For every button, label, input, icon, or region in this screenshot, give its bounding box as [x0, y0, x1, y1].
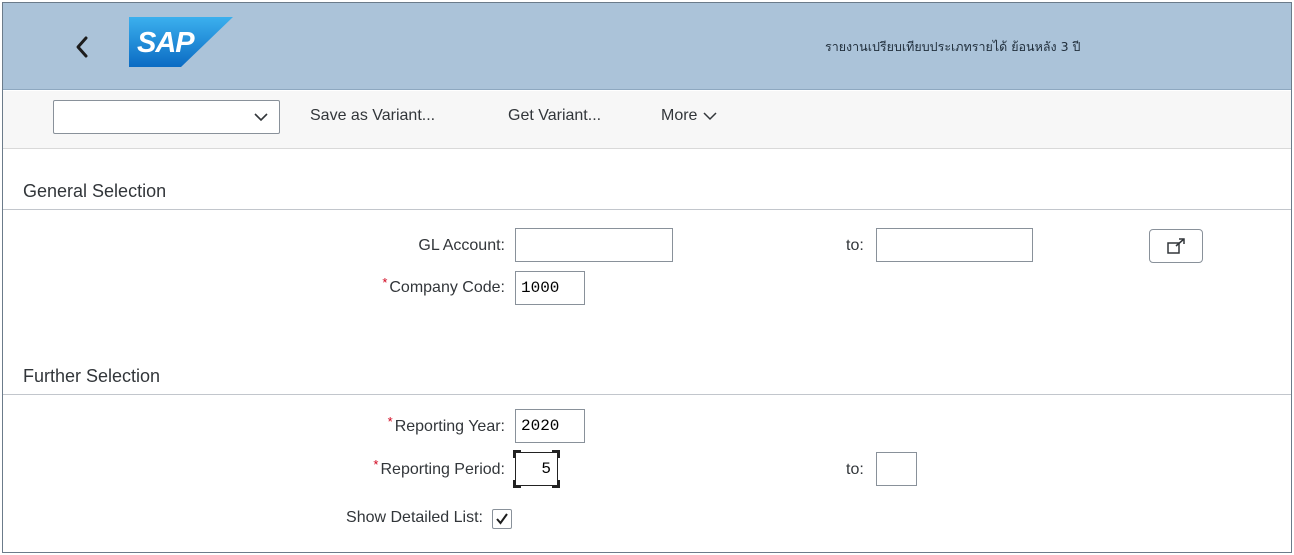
chevron-left-icon	[76, 36, 88, 58]
reporting-year-label: * Reporting Year:	[388, 414, 505, 436]
sap-logo-text: SAP	[137, 27, 195, 59]
selection-screen: General Selection GL Account: to: * Compa…	[3, 150, 1291, 552]
multiple-selection-button[interactable]	[1149, 229, 1203, 263]
chevron-down-icon	[254, 113, 268, 122]
show-detailed-list-label: Show Detailed List:	[346, 509, 483, 526]
reporting-period-input[interactable]: 5	[513, 450, 560, 488]
more-button-label: More	[661, 107, 698, 124]
required-marker: *	[387, 414, 393, 429]
required-marker: *	[373, 457, 379, 472]
gl-account-to-label: to:	[846, 237, 864, 254]
reporting-year-input[interactable]: 2020	[515, 409, 585, 443]
section-divider	[3, 209, 1291, 210]
company-code-input[interactable]: 1000	[515, 271, 585, 305]
chevron-down-icon	[703, 112, 717, 121]
gl-account-from-input[interactable]	[515, 228, 673, 262]
reporting-period-label-text: Reporting Period:	[380, 461, 505, 478]
shell-bar: SAP รายงานเปรียบเทียบประเภทรายได้ ย้อนหล…	[3, 3, 1291, 90]
save-as-variant-button[interactable]: Save as Variant...	[310, 107, 435, 125]
required-marker: *	[382, 275, 388, 290]
variant-select[interactable]	[53, 100, 280, 134]
company-code-label: * Company Code:	[382, 275, 505, 297]
focus-corner	[552, 480, 560, 488]
back-button[interactable]	[65, 27, 99, 67]
multiple-selection-icon	[1167, 238, 1185, 254]
section-divider	[3, 394, 1291, 395]
sap-logo[interactable]: SAP	[129, 17, 233, 67]
get-variant-button[interactable]: Get Variant...	[508, 107, 601, 125]
more-button[interactable]: More	[661, 107, 717, 125]
focus-corner	[513, 450, 521, 458]
further-selection-title: Further Selection	[23, 366, 161, 386]
gl-account-label: GL Account:	[418, 237, 505, 254]
reporting-period-to-label: to:	[846, 461, 864, 478]
gl-account-to-input[interactable]	[876, 228, 1033, 262]
focus-corner	[513, 480, 521, 488]
app-title: รายงานเปรียบเทียบประเภทรายได้ ย้อนหลัง 3…	[825, 39, 1081, 54]
reporting-period-to-input[interactable]	[876, 452, 917, 486]
general-selection-title: General Selection	[23, 181, 167, 201]
toolbar: Save as Variant... Get Variant... More	[3, 91, 1291, 149]
company-code-label-text: Company Code:	[389, 279, 505, 296]
app-window: SAP รายงานเปรียบเทียบประเภทรายได้ ย้อนหล…	[2, 2, 1292, 553]
checkmark-icon	[496, 513, 508, 525]
show-detailed-list-checkbox[interactable]	[492, 509, 512, 529]
reporting-period-label: * Reporting Period:	[373, 457, 505, 479]
reporting-year-label-text: Reporting Year:	[394, 418, 505, 435]
reporting-period-value: 5	[541, 460, 551, 478]
focus-corner	[552, 450, 560, 458]
